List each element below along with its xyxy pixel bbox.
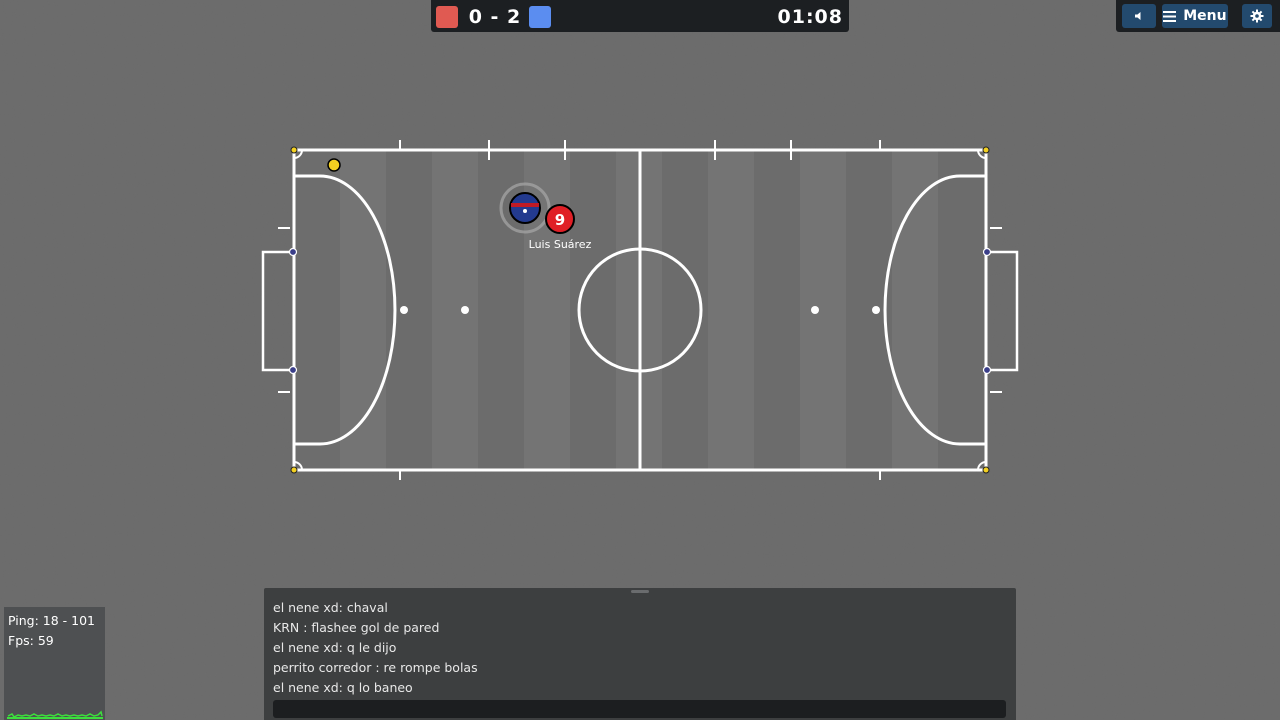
menu-label: Menu xyxy=(1183,8,1227,24)
fps-readout: Fps: 59 xyxy=(8,633,54,648)
match-clock: 01:08 xyxy=(777,6,843,28)
speaker-icon xyxy=(1135,12,1141,20)
gear-icon xyxy=(1250,9,1264,23)
scoreboard: 0 - 2 01:08 xyxy=(431,0,849,32)
score: 0 - 2 xyxy=(468,6,522,28)
ball xyxy=(327,158,341,172)
chat-message: el nene xd: q lo baneo xyxy=(273,680,413,695)
top-controls: Menu xyxy=(1116,0,1280,32)
chat-message: KRN : flashee gol de pared xyxy=(273,620,440,635)
player-disc: 9 xyxy=(545,204,575,234)
blue-team-indicator xyxy=(529,6,551,28)
chat-resize-handle[interactable] xyxy=(631,590,649,593)
network-stats: Ping: 18 - 101 Fps: 59 xyxy=(4,607,105,720)
chat-log: el nene xd: chaval KRN : flashee gol de … xyxy=(273,598,1003,698)
settings-button[interactable] xyxy=(1242,4,1272,28)
chat-panel: el nene xd: chaval KRN : flashee gol de … xyxy=(264,588,1016,720)
game-view[interactable]: 9 Luis Suárez 0 - 2 01:08 Menu Ping: 18 … xyxy=(0,0,1280,720)
player-number: 9 xyxy=(555,211,565,229)
sound-button[interactable] xyxy=(1122,4,1156,28)
chat-message: perrito corredor : re rompe bolas xyxy=(273,660,478,675)
ping-graph xyxy=(7,710,103,719)
hamburger-icon xyxy=(1163,10,1177,22)
chat-input[interactable] xyxy=(273,700,1006,718)
chat-message: el nene xd: chaval xyxy=(273,600,388,615)
menu-button[interactable]: Menu xyxy=(1162,4,1228,28)
player-name: Luis Suárez xyxy=(529,238,592,251)
chat-message: el nene xd: q le dijo xyxy=(273,640,397,655)
ping-readout: Ping: 18 - 101 xyxy=(8,613,95,628)
red-team-indicator xyxy=(436,6,458,28)
